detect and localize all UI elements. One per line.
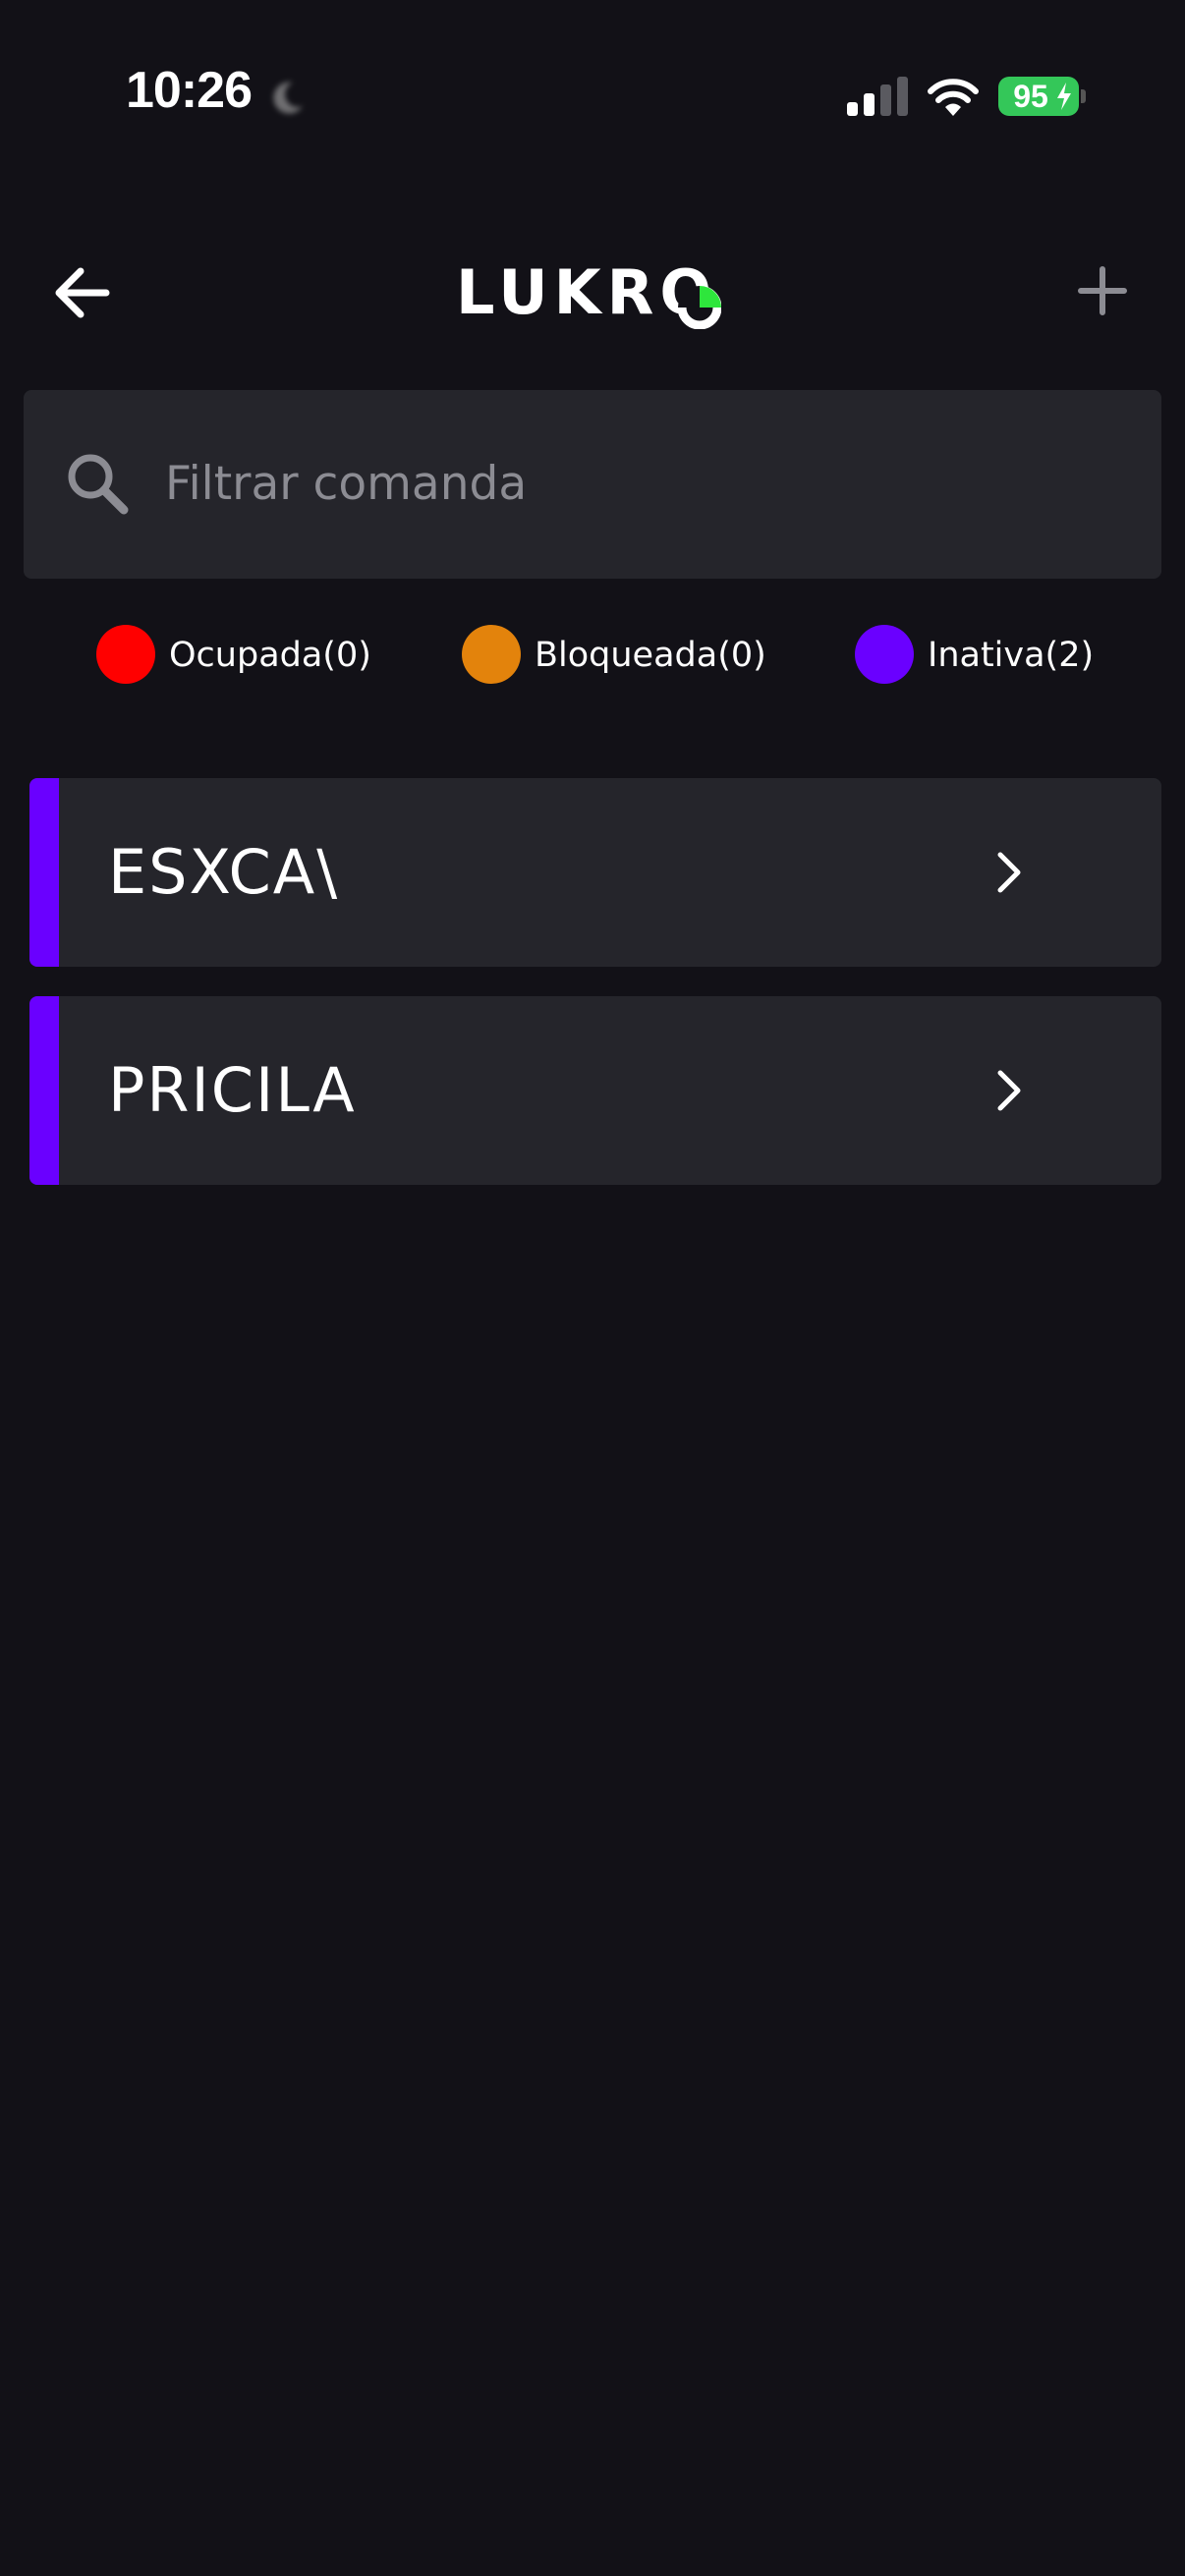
legend-label-ocupada: Ocupada(0)	[169, 636, 371, 675]
moon-icon	[273, 82, 303, 114]
lukro-logo: LUKRO	[456, 253, 731, 332]
app-header: LUKRO	[0, 226, 1185, 354]
wifi-icon	[928, 79, 979, 116]
search-icon	[68, 454, 129, 515]
legend-label-bloqueada: Bloqueada(0)	[535, 636, 766, 675]
comanda-name: ESXCA\	[108, 836, 340, 908]
legend-dot-bloqueada	[462, 625, 521, 684]
add-button[interactable]	[1063, 252, 1142, 330]
search-box	[24, 390, 1161, 579]
comanda-item[interactable]: ESXCA\	[29, 778, 1161, 967]
battery-cap	[1081, 89, 1086, 103]
status-stripe	[29, 778, 59, 967]
status-stripe	[29, 996, 59, 1185]
status-bar: 10:26 95	[0, 0, 1185, 187]
legend-label-inativa: Inativa(2)	[928, 636, 1095, 675]
chevron-right-icon	[997, 852, 1021, 893]
signal-icon	[847, 77, 908, 116]
comanda-name: PRICILA	[108, 1054, 357, 1126]
search-input[interactable]	[161, 429, 1128, 537]
logo-mark-icon	[678, 286, 721, 329]
status-time: 10:26	[126, 62, 253, 119]
legend-dot-inativa	[855, 625, 914, 684]
legend-dot-ocupada	[96, 625, 155, 684]
arrow-left-icon	[55, 267, 110, 318]
bolt-icon	[1057, 83, 1071, 110]
battery-icon: 95	[998, 77, 1079, 116]
back-button[interactable]	[43, 252, 126, 334]
status-legend: Ocupada(0) Bloqueada(0) Inativa(2)	[0, 621, 1185, 690]
comanda-list: ESXCA\ PRICILA	[29, 778, 1161, 1214]
chevron-right-icon	[997, 1070, 1021, 1111]
comanda-item[interactable]: PRICILA	[29, 996, 1161, 1185]
battery-level: 95	[1013, 79, 1048, 114]
plus-icon	[1078, 266, 1127, 315]
